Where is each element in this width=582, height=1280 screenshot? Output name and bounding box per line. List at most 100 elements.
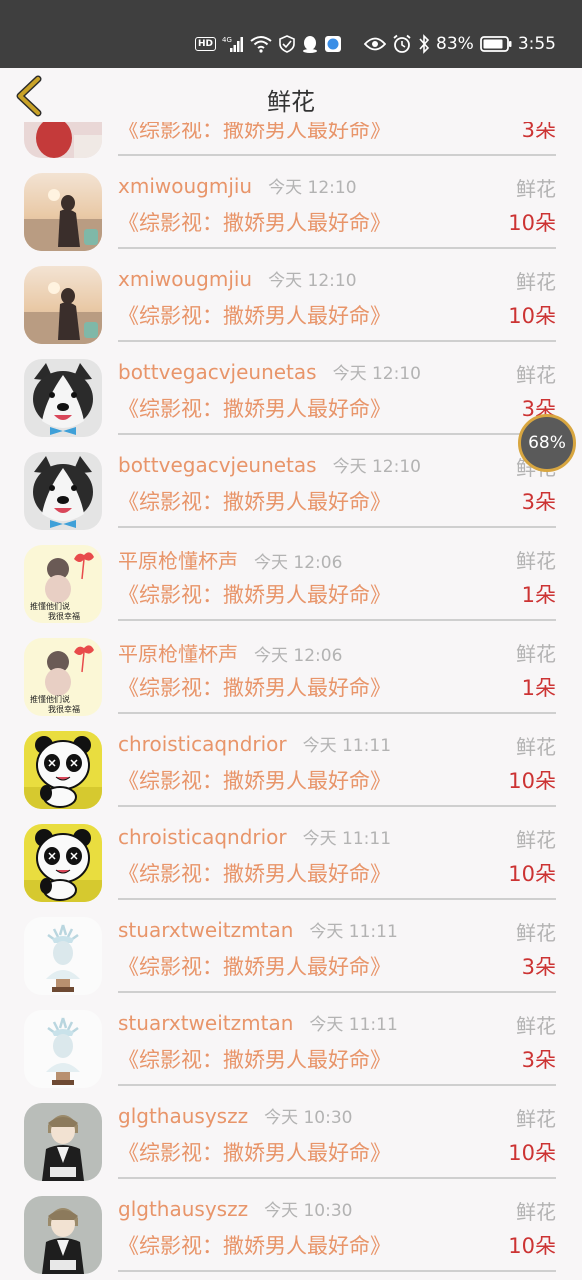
row-divider	[118, 526, 556, 528]
gift-type-label: 鲜花	[516, 1107, 556, 1131]
timestamp: 今天 12:06	[254, 553, 343, 573]
username[interactable]: glgthausyszz	[118, 1197, 248, 1221]
avatar[interactable]	[24, 1103, 102, 1181]
timestamp: 今天 11:11	[309, 922, 398, 942]
book-title[interactable]: 《综影视：撒娇男人最好命》	[118, 207, 391, 237]
list-item[interactable]: bottvegacvjeunetas今天 12:10鲜花《综影视：撒娇男人最好命…	[0, 349, 582, 442]
gift-type-label: 鲜花	[516, 1200, 556, 1224]
avatar[interactable]	[24, 359, 102, 437]
page-title: 鲜花	[267, 88, 315, 116]
vpn-shield-icon	[278, 35, 296, 53]
row-divider	[118, 991, 556, 993]
gift-type-label: 鲜花	[516, 642, 556, 666]
gift-type-label: 鲜花	[516, 270, 556, 294]
avatar[interactable]	[24, 266, 102, 344]
svg-text:我很幸福: 我很幸福	[48, 704, 80, 714]
user-line: bottvegacvjeunetas 今天 12:10	[118, 452, 421, 482]
list-item[interactable]: stuarxtweitzmtan 今天 11:11 鲜花 《综影视：撒娇男人最好命》 3…	[0, 1000, 582, 1093]
nav-bar: 鲜花	[0, 68, 582, 122]
user-line: stuarxtweitzmtan 今天 11:11	[118, 1010, 398, 1040]
list-item[interactable]: glgthausyszz 今天 10:30 鲜花《综影视：撒娇男人最好命》 10朵	[0, 1093, 582, 1186]
gift-type-label: 鲜花	[516, 177, 556, 201]
book-title[interactable]: 《综影视：撒娇男人最好命》	[118, 672, 391, 702]
book-title[interactable]: 《综影视：撒娇男人最好命》	[118, 579, 391, 609]
row-divider	[118, 898, 556, 900]
avatar[interactable]	[24, 173, 102, 251]
list-item[interactable]: 推懂他们说 我很幸福 平原枪懂杯声 今天 12:06 鲜花 《综影视：撒娇男人最好命》 1朵	[0, 628, 582, 721]
user-line: glgthausyszz 今天 10:30	[118, 1103, 352, 1133]
book-title[interactable]: 《综影视：撒娇男人最好命》	[118, 858, 391, 888]
username[interactable]: xmiwougmjiu	[118, 267, 252, 291]
username[interactable]: stuarxtweitzmtan	[118, 918, 293, 942]
book-title[interactable]: 《综影视：撒娇男人最好命》	[118, 393, 391, 423]
avatar[interactable]	[24, 917, 102, 995]
avatar[interactable]: 推懂他们说 我很幸福	[24, 545, 102, 623]
svg-text:我很幸福: 我很幸福	[48, 611, 80, 621]
avatar[interactable]: 推懂他们说 我很幸福	[24, 638, 102, 716]
list-item[interactable]: 推懂他们说 我很幸福 平原枪懂杯声 今天 12:06 鲜花 《综影视：撒娇男人最好命》 1朵	[0, 535, 582, 628]
list-item[interactable]: xmiwougmjiu 今天 12:10 鲜花 《综影视：撒娇男人最好命》 10朵	[0, 256, 582, 349]
avatar[interactable]	[24, 1196, 102, 1274]
book-title[interactable]: 《综影视：撒娇男人最好命》	[118, 1044, 391, 1074]
avatar[interactable]	[24, 824, 102, 902]
gift-type-label: 鲜花	[516, 735, 556, 759]
username[interactable]: stuarxtweitzmtan	[118, 1011, 293, 1035]
username[interactable]: glgthausyszz	[118, 1104, 248, 1128]
svg-text:推懂他们说: 推懂他们说	[30, 694, 70, 704]
row-divider	[118, 1270, 556, 1272]
timestamp: 今天 10:30	[264, 1108, 353, 1128]
gift-count: 10朵	[508, 211, 556, 235]
username[interactable]: bottvegacvjeunetas	[118, 453, 317, 477]
network-label: 4G	[222, 36, 232, 44]
username[interactable]: 平原枪懂杯声	[118, 545, 238, 574]
avatar[interactable]	[24, 1010, 102, 1088]
row-divider	[118, 1084, 556, 1086]
wifi-icon	[250, 35, 272, 53]
row-divider	[118, 1177, 556, 1179]
user-line: chroisticaqndrior 今天 11:11	[118, 731, 391, 761]
timestamp: 今天 11:11	[302, 829, 392, 849]
username[interactable]: xmiwougmjiu	[118, 174, 252, 198]
avatar[interactable]	[24, 731, 102, 809]
book-title[interactable]: 《综影视：撒娇男人最好命》	[118, 765, 391, 795]
user-line: glgthausyszz 今天 10:30	[118, 1196, 352, 1226]
username[interactable]: chroisticaqndrior	[118, 825, 287, 849]
list-item[interactable]: glgthausyszz 今天 10:30 鲜花《综影视：撒娇男人最好命》 10朵	[0, 1186, 582, 1279]
row-divider	[118, 433, 556, 435]
timestamp: 今天 12:06	[254, 646, 343, 666]
user-line: 平原枪懂杯声 今天 12:06	[118, 638, 342, 668]
timestamp: 今天 11:11	[309, 1015, 398, 1035]
book-title[interactable]: 《综影视：撒娇男人最好命》	[118, 1230, 391, 1260]
battery-percent: 83%	[436, 34, 474, 54]
gift-type-label: 鲜花	[516, 549, 556, 573]
user-line: chroisticaqndrior 今天 11:11	[118, 824, 391, 854]
avatar[interactable]	[24, 122, 102, 158]
timestamp: 今天 12:10	[332, 457, 421, 477]
book-title[interactable]: 《综影视：撒娇男人最好命》	[118, 300, 391, 330]
gift-record-list[interactable]: 《综影视：撒娇男人最好命》 3朵 xmiwougmjiu 今天 12:10 鲜花 《综…	[0, 122, 582, 1280]
list-item[interactable]: xmiwougmjiu 今天 12:10 鲜花 《综影视：撒娇男人最好命》 10朵	[0, 163, 582, 256]
username[interactable]: chroisticaqndrior	[118, 732, 287, 756]
username[interactable]: bottvegacvjeunetas	[118, 360, 317, 384]
qq-icon	[302, 35, 318, 53]
gift-count: 10朵	[508, 1234, 556, 1258]
list-item[interactable]: chroisticaqndrior 今天 11:11 鲜花《综影视：撒娇男人最好命》…	[0, 721, 582, 814]
app-notification-icon	[324, 35, 342, 53]
gift-count: 10朵	[508, 862, 556, 886]
book-title[interactable]: 《综影视：撒娇男人最好命》	[118, 486, 391, 516]
book-title[interactable]: 《综影视：撒娇男人最好命》	[118, 1137, 391, 1167]
list-item[interactable]: 《综影视：撒娇男人最好命》 3朵	[0, 122, 582, 163]
gift-type-label: 鲜花	[516, 1014, 556, 1038]
username[interactable]: 平原枪懂杯声	[118, 638, 238, 667]
user-line: 平原枪懂杯声 今天 12:06	[118, 545, 342, 575]
avatar[interactable]	[24, 452, 102, 530]
floating-speed-widget[interactable]: 68%	[518, 414, 576, 472]
gift-count: 1朵	[521, 676, 556, 700]
gift-count: 3朵	[521, 122, 556, 142]
gift-count: 10朵	[508, 1141, 556, 1165]
gift-count: 10朵	[508, 304, 556, 328]
list-item[interactable]: bottvegacvjeunetas今天 12:10鲜花《综影视：撒娇男人最好命…	[0, 442, 582, 535]
book-title[interactable]: 《综影视：撒娇男人最好命》	[118, 951, 391, 981]
list-item[interactable]: chroisticaqndrior 今天 11:11 鲜花 《综影视：撒娇男人最好命》…	[0, 814, 582, 907]
list-item[interactable]: stuarxtweitzmtan 今天 11:11 鲜花 《综影视：撒娇男人最好命》 3…	[0, 907, 582, 1000]
